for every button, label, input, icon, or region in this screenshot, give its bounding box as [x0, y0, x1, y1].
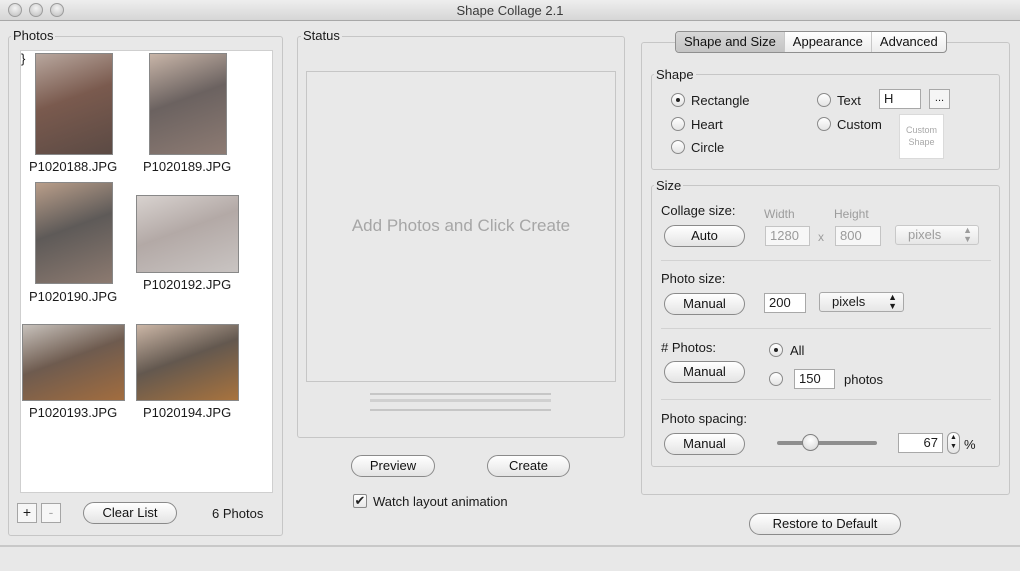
- remove-photo-button[interactable]: -: [41, 503, 61, 523]
- photo-spacing-label: Photo spacing:: [661, 411, 748, 426]
- window-bottom-divider: [0, 545, 1020, 547]
- size-group-label: Size: [654, 178, 684, 193]
- status-group-label: Status: [301, 28, 342, 43]
- num-photos-suffix: photos: [844, 372, 884, 387]
- photo-thumbnail[interactable]: [22, 324, 125, 401]
- restore-default-button[interactable]: Restore to Default: [749, 513, 901, 535]
- shape-text-radio[interactable]: [817, 93, 831, 107]
- shape-custom-radio[interactable]: [817, 117, 831, 131]
- shape-heart-radio[interactable]: [671, 117, 685, 131]
- photo-size-manual-button[interactable]: Manual: [664, 293, 745, 315]
- num-photos-all-radio[interactable]: [769, 343, 783, 357]
- status-message: Add Photos and Click Create: [351, 216, 571, 235]
- num-photos-all-label: All: [790, 343, 805, 358]
- photo-size-unit-value: pixels: [832, 294, 866, 309]
- times-label: x: [818, 230, 824, 244]
- photo-item[interactable]: P1020192.JPG }: [21, 51, 239, 292]
- collage-width-input[interactable]: 1280: [765, 226, 810, 246]
- photo-filename: P1020193.JPG: [29, 405, 118, 420]
- photo-size-label: Photo size:: [661, 271, 726, 286]
- shape-text-label: Text: [837, 93, 861, 108]
- photo-count: 6 Photos: [212, 506, 264, 521]
- slider-knob[interactable]: [802, 434, 819, 451]
- photo-filename: P1020190.JPG: [29, 289, 118, 304]
- tab-appearance[interactable]: Appearance: [785, 32, 872, 52]
- photo-size-unit-select[interactable]: pixels ▲ ▼: [819, 292, 904, 312]
- photos-group-label: Photos: [11, 28, 56, 43]
- shape-heart-label: Heart: [691, 117, 723, 132]
- tab-advanced[interactable]: Advanced: [872, 32, 946, 52]
- collage-unit-select[interactable]: pixels ▲ ▼: [895, 225, 979, 245]
- photo-thumbnail[interactable]: [136, 195, 239, 273]
- clear-list-button[interactable]: Clear List: [83, 502, 177, 524]
- progress-bar-bottom: [370, 409, 551, 411]
- shape-rectangle-label: Rectangle: [691, 93, 750, 108]
- photo-filename: P1020188.JPG: [29, 159, 118, 174]
- shape-text-input[interactable]: H: [879, 89, 921, 109]
- shape-circle-radio[interactable]: [671, 140, 685, 154]
- collage-height-input[interactable]: 800: [835, 226, 881, 246]
- title-bar: Shape Collage 2.1: [0, 0, 1020, 21]
- num-photos-input[interactable]: 150: [794, 369, 835, 389]
- photo-spacing-stepper[interactable]: ▲ ▼: [947, 432, 960, 454]
- divider: [661, 399, 991, 400]
- tab-shape-and-size[interactable]: Shape and Size: [676, 32, 785, 52]
- font-browse-button[interactable]: ...: [929, 89, 950, 109]
- collage-size-label: Collage size:: [661, 203, 736, 218]
- photo-filename: P1020194.JPG: [143, 405, 232, 420]
- photo-list[interactable]: P1020188.JPG P1020189.JPG P1020190.JPG P…: [20, 50, 273, 493]
- add-photo-button[interactable]: +: [17, 503, 37, 523]
- shape-custom-label: Custom: [837, 117, 882, 132]
- preview-button[interactable]: Preview: [351, 455, 435, 477]
- window-title: Shape Collage 2.1: [456, 3, 564, 18]
- photo-filename: P1020189.JPG: [143, 159, 232, 174]
- watch-animation-label: Watch layout animation: [373, 494, 508, 509]
- custom-shape-well[interactable]: Custom Shape: [899, 114, 944, 159]
- updown-arrows-icon: ▲ ▼: [963, 225, 972, 244]
- progress-bar-track: [370, 399, 551, 402]
- updown-arrows-icon: ▲ ▼: [888, 292, 897, 311]
- photo-filename: P1020192.JPG: [143, 277, 232, 292]
- collage-preview-area: Add Photos and Click Create: [306, 71, 616, 382]
- progress-bar: [370, 393, 551, 395]
- settings-tabs: Shape and Size Appearance Advanced: [675, 31, 947, 53]
- width-label: Width: [764, 207, 795, 221]
- photo-spacing-slider[interactable]: [777, 441, 877, 445]
- height-label: Height: [834, 207, 869, 221]
- photo-thumbnail[interactable]: [136, 324, 239, 401]
- photo-thumbnail[interactable]: [35, 53, 113, 155]
- photo-size-input[interactable]: 200: [764, 293, 806, 313]
- photo-spacing-manual-button[interactable]: Manual: [664, 433, 745, 455]
- create-button[interactable]: Create: [487, 455, 570, 477]
- collage-size-auto-button[interactable]: Auto: [664, 225, 745, 247]
- collage-unit-value: pixels: [908, 227, 942, 242]
- percent-label: %: [964, 437, 976, 452]
- photo-thumbnail[interactable]: [149, 53, 227, 155]
- num-photos-label: # Photos:: [661, 340, 716, 355]
- shape-group-label: Shape: [654, 67, 696, 82]
- num-photos-count-radio[interactable]: [769, 372, 783, 386]
- divider: [661, 260, 991, 261]
- num-photos-manual-button[interactable]: Manual: [664, 361, 745, 383]
- shape-rectangle-radio[interactable]: [671, 93, 685, 107]
- photo-thumbnail[interactable]: [35, 182, 113, 284]
- watch-animation-checkbox[interactable]: ✔: [353, 494, 367, 508]
- shape-circle-label: Circle: [691, 140, 725, 155]
- photo-spacing-input[interactable]: 67: [898, 433, 943, 453]
- divider: [661, 328, 991, 329]
